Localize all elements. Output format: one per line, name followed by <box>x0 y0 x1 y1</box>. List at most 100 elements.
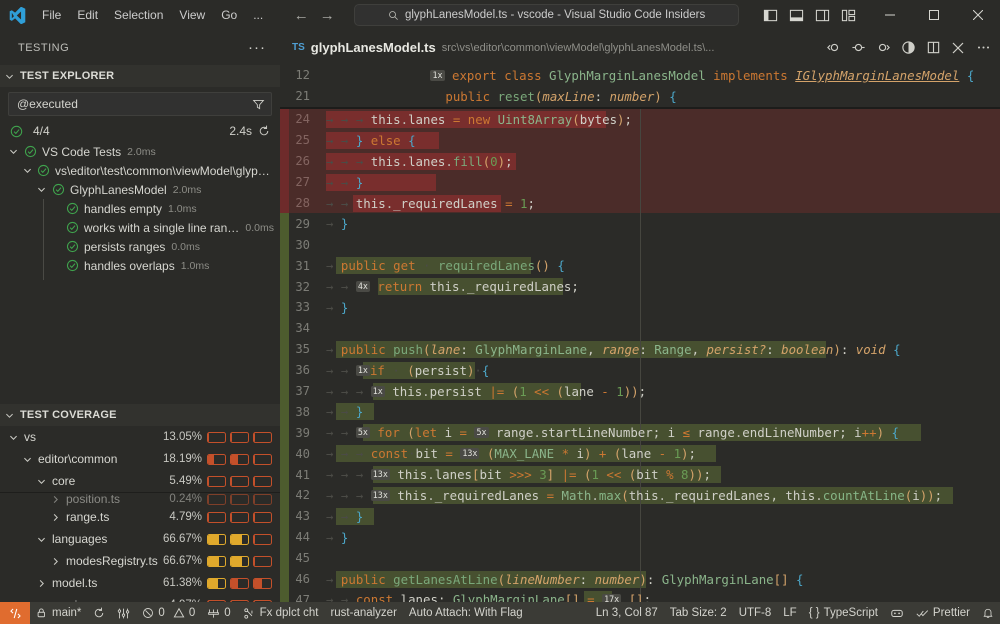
code-line[interactable]: 37→ → → 1x this.persist |= (1 << (lane -… <box>280 381 1000 402</box>
coverage-toggle-icon[interactable] <box>897 37 919 59</box>
chevron-right-icon[interactable] <box>50 494 66 505</box>
customize-layout-icon[interactable] <box>836 3 860 27</box>
status-task[interactable]: Fx dplct cht <box>237 602 325 624</box>
chevron-right-icon[interactable] <box>36 578 52 589</box>
pane-header-test-explorer[interactable]: TEST EXPLORER <box>0 65 280 87</box>
filter-icon[interactable] <box>249 95 267 113</box>
menu-edit[interactable]: Edit <box>69 4 106 26</box>
sidebar-more-actions-icon[interactable]: ··· <box>242 39 272 56</box>
status-editor-actions[interactable] <box>111 602 136 624</box>
code-line[interactable]: 41→ → → 13x this.lanes[bit >>> 3] |= (1 … <box>280 464 1000 485</box>
coverage-row[interactable]: vs13.05% <box>0 426 280 448</box>
test-tree-item[interactable]: works with a single line range0.0ms <box>0 218 280 237</box>
chevron-down-icon[interactable] <box>8 146 24 157</box>
test-tree-item[interactable]: VS Code Tests2.0ms <box>0 142 280 161</box>
menu-more[interactable]: ... <box>245 4 271 26</box>
execution-count-12: 1x <box>430 70 444 81</box>
status-analyzer[interactable]: rust-analyzer <box>324 602 402 624</box>
status-ports[interactable]: 0 <box>201 602 236 624</box>
chevron-down-icon[interactable] <box>36 534 52 545</box>
test-tree-item[interactable]: handles empty1.0ms <box>0 199 280 218</box>
status-branch[interactable]: main* <box>30 602 87 624</box>
command-center[interactable]: glyphLanesModel.ts - vscode - Visual Stu… <box>354 4 739 26</box>
status-cursor-position[interactable]: Ln 3, Col 87 <box>590 602 664 624</box>
coverage-bar <box>230 556 249 567</box>
menu-go[interactable]: Go <box>213 4 245 26</box>
test-passed-icon <box>66 202 79 215</box>
status-prettier[interactable]: Prettier <box>910 602 976 624</box>
coverage-row[interactable]: position.ts0.24% <box>0 492 280 506</box>
test-filter-input[interactable] <box>17 97 249 111</box>
test-passed-icon <box>52 183 65 196</box>
coverage-row[interactable]: model.ts61.38% <box>0 572 280 594</box>
chevron-down-icon[interactable] <box>8 432 24 443</box>
window-close-button[interactable] <box>956 0 1000 30</box>
tree-indent-guide <box>43 199 44 280</box>
close-editor-icon[interactable] <box>947 37 969 59</box>
test-tree-item[interactable]: persists ranges0.0ms <box>0 237 280 256</box>
refresh-tests-icon[interactable] <box>258 125 270 137</box>
coverage-row[interactable]: range.ts4.79% <box>0 506 280 528</box>
window-maximize-button[interactable] <box>912 0 956 30</box>
chevron-right-icon[interactable] <box>50 512 66 523</box>
toggle-secondary-sidebar-icon[interactable] <box>810 3 834 27</box>
coverage-percent: 13.05% <box>163 431 207 443</box>
coverage-tree[interactable]: vs13.05%editor\common18.19%core5.49%posi… <box>0 426 280 602</box>
go-forward-icon[interactable]: → <box>319 7 335 24</box>
coverage-row[interactable]: editor\common18.19% <box>0 448 280 470</box>
go-back-icon[interactable]: ← <box>293 7 309 24</box>
test-tree-item[interactable]: handles overlaps1.0ms <box>0 256 280 275</box>
test-tree-item[interactable]: GlyphLanesModel2.0ms <box>0 180 280 199</box>
editor-tab-glyphlanesmodel[interactable]: TS glyphLanesModel.ts src\vs\editor\comm… <box>280 30 724 65</box>
window-minimize-button[interactable] <box>868 0 912 30</box>
code-editor[interactable]: 12 1x export class GlyphMarginLanesModel… <box>280 65 1000 602</box>
coverage-gutter-bar <box>280 569 289 590</box>
status-tab-size[interactable]: Tab Size: 2 <box>664 602 733 624</box>
menu-file[interactable]: File <box>34 4 69 26</box>
coverage-row[interactable]: core5.49% <box>0 470 280 492</box>
sticky-line-21: 21 public reset(maxLine: number) { <box>280 86 1000 107</box>
status-sync[interactable] <box>87 602 111 624</box>
coverage-current-icon[interactable] <box>847 37 869 59</box>
test-tree-item[interactable]: vs\editor\test\common\viewModel\glyphLa.… <box>0 161 280 180</box>
coverage-bar <box>230 476 249 487</box>
coverage-next-icon[interactable] <box>872 37 894 59</box>
status-auto-attach[interactable]: Auto Attach: With Flag <box>403 602 529 624</box>
test-explorer-tree[interactable]: VS Code Tests2.0msvs\editor\test\common\… <box>0 142 280 404</box>
sticky-scroll[interactable]: 12 1x export class GlyphMarginLanesModel… <box>280 65 1000 107</box>
editor-overview-ruler[interactable] <box>986 65 1000 602</box>
status-notifications[interactable] <box>976 602 1000 624</box>
chevron-down-icon[interactable] <box>22 165 37 176</box>
status-language-mode[interactable]: { } TypeScript <box>803 602 884 624</box>
menu-view[interactable]: View <box>171 4 213 26</box>
code-line[interactable]: 42→ → → 13x this._requiredLanes = Math.m… <box>280 485 1000 506</box>
chevron-down-icon[interactable] <box>22 454 38 465</box>
toggle-primary-sidebar-icon[interactable] <box>758 3 782 27</box>
pane-header-test-coverage[interactable]: TEST COVERAGE <box>0 404 280 426</box>
status-problems[interactable]: 0 0 <box>136 602 201 624</box>
chevron-down-icon[interactable] <box>36 184 52 195</box>
code-line[interactable]: 47→ → const lanes: GlyphMarginLane[] = 1… <box>280 589 1000 602</box>
coverage-row[interactable]: modesRegistry.ts66.67% <box>0 550 280 572</box>
chevron-down-icon[interactable] <box>36 476 52 487</box>
coverage-row[interactable]: languages66.67% <box>0 528 280 550</box>
chevron-right-icon[interactable] <box>50 556 66 567</box>
coverage-prev-icon[interactable] <box>822 37 844 59</box>
status-eol[interactable]: LF <box>777 602 802 624</box>
code-line[interactable]: 46→ public getLanesAtLine(lineNumber: nu… <box>280 569 1000 590</box>
menu-selection[interactable]: Selection <box>106 4 171 26</box>
code-line[interactable]: 35→ public push(lane: GlyphMarginLane, r… <box>280 339 1000 360</box>
code-line[interactable]: 40→ → → const·bit = 13x (MAX_LANE * i) +… <box>280 443 1000 464</box>
test-filter-box[interactable] <box>8 92 272 116</box>
split-editor-icon[interactable] <box>922 37 944 59</box>
test-name: works with a single line range <box>84 221 240 235</box>
coverage-bars <box>207 556 272 567</box>
editor-more-actions-icon[interactable] <box>972 37 994 59</box>
status-live-share[interactable] <box>884 602 910 624</box>
chevron-down-icon[interactable] <box>36 600 52 603</box>
toggle-panel-icon[interactable] <box>784 3 808 27</box>
status-encoding[interactable]: UTF-8 <box>733 602 778 624</box>
code-line[interactable]: 39→ → 5x for (let i = 5x range.startLine… <box>280 422 1000 443</box>
coverage-row[interactable]: services4.97% <box>0 594 280 602</box>
remote-indicator-button[interactable] <box>0 602 30 624</box>
